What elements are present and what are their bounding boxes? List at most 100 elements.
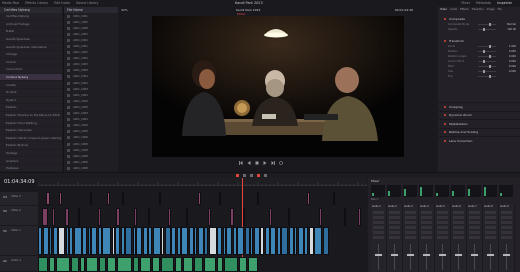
inspector-collapsed-section[interactable]: Retime And Scaling	[438, 127, 520, 137]
channel-control-button[interactable]	[421, 236, 432, 239]
video2-clip[interactable]	[52, 208, 55, 226]
video1-clip[interactable]	[58, 227, 65, 255]
channel-control-button[interactable]	[421, 211, 432, 214]
param-slider[interactable]	[478, 65, 496, 68]
play-icon[interactable]	[263, 161, 267, 165]
channel-control-button[interactable]	[373, 236, 384, 239]
channel-control-button[interactable]	[501, 236, 512, 239]
video1-clip[interactable]	[52, 227, 58, 255]
fader-knob[interactable]	[455, 254, 462, 256]
video3-clip[interactable]	[90, 192, 92, 205]
video2-clip[interactable]	[78, 208, 80, 226]
video1-clip[interactable]	[91, 227, 97, 255]
param-slider[interactable]	[478, 50, 496, 53]
channel-control-button[interactable]	[485, 216, 496, 219]
channel-control-button[interactable]	[485, 211, 496, 214]
video1-clip[interactable]	[217, 227, 222, 255]
channel-control-button[interactable]	[421, 231, 432, 234]
channel-control-button[interactable]	[389, 211, 400, 214]
video1-clip[interactable]	[73, 227, 82, 255]
channel-control-button[interactable]	[485, 236, 496, 239]
stop-icon[interactable]	[255, 161, 259, 165]
channel-control-button[interactable]	[501, 226, 512, 229]
inspector-tab-file[interactable]: File	[498, 8, 502, 11]
video1-clip[interactable]	[97, 227, 102, 255]
channel-control-button[interactable]	[453, 226, 464, 229]
channel-control-button[interactable]	[437, 226, 448, 229]
bin-item[interactable]: Dylan's	[0, 97, 62, 105]
fader-knob[interactable]	[391, 254, 398, 256]
video2-clip[interactable]	[288, 208, 290, 226]
channel-control-button[interactable]	[405, 226, 416, 229]
inspector-collapsed-section[interactable]: Cropping	[438, 102, 520, 111]
channel-control-button[interactable]	[373, 231, 384, 234]
bin-item[interactable]: Certifies Nyberg	[0, 13, 62, 21]
channel-fader[interactable]	[474, 244, 475, 270]
video1-clip[interactable]	[270, 227, 276, 255]
channel-control-button[interactable]	[405, 231, 416, 234]
inspector-collapsed-section[interactable]: Dynamic Zoom	[438, 110, 520, 120]
fader-knob[interactable]	[503, 254, 510, 256]
param-value[interactable]: Normal	[500, 23, 516, 26]
video1-clip[interactable]	[125, 227, 132, 255]
channel-control-button[interactable]	[389, 216, 400, 219]
param-value[interactable]: 0.000	[500, 55, 516, 58]
video1-clip[interactable]	[148, 227, 152, 255]
audio1-clip[interactable]	[56, 257, 70, 272]
channel-control-button[interactable]	[453, 231, 464, 234]
video1-clip[interactable]	[276, 227, 281, 255]
video1-clip[interactable]	[115, 227, 120, 255]
video2-clip[interactable]	[98, 208, 101, 226]
channel-fader[interactable]	[426, 244, 427, 270]
channel-control-button[interactable]	[421, 226, 432, 229]
snapping-icon[interactable]	[257, 174, 260, 177]
param-value[interactable]: 1.000	[500, 45, 516, 48]
inspector-tab-image[interactable]: Image	[487, 8, 495, 11]
video1-clip[interactable]	[204, 227, 208, 255]
channel-fader[interactable]	[410, 244, 411, 270]
channel-control-button[interactable]	[405, 211, 416, 214]
video1-clip[interactable]	[237, 227, 244, 255]
video1-clip[interactable]	[42, 227, 49, 255]
skip-forward-icon[interactable]	[271, 161, 275, 165]
tab-inspector[interactable]: Inspector	[497, 1, 512, 5]
audio1-clip[interactable]	[80, 257, 85, 272]
tab-effects-library[interactable]: Effects Library	[25, 1, 48, 5]
slider-knob[interactable]	[483, 60, 486, 63]
video2-clip[interactable]	[134, 208, 137, 226]
audio1-clip[interactable]	[38, 257, 48, 272]
channel-fader[interactable]	[458, 244, 459, 270]
channel-control-button[interactable]	[453, 216, 464, 219]
audio1-clip[interactable]	[86, 257, 98, 272]
video1-clip[interactable]	[142, 227, 148, 255]
channel-control-button[interactable]	[373, 211, 384, 214]
video2-clip[interactable]	[42, 208, 48, 226]
channel-control-button[interactable]	[501, 211, 512, 214]
channel-control-button[interactable]	[437, 221, 448, 224]
video1-clip[interactable]	[188, 227, 194, 255]
fader-knob[interactable]	[375, 254, 382, 256]
inspector-tab-effects[interactable]: Effects	[460, 8, 469, 11]
video3-clip[interactable]	[107, 192, 110, 205]
bin-item[interactable]: Epstein Timeline to the Mar-A-Lit 2016	[0, 112, 62, 120]
enable-dot-icon[interactable]	[444, 39, 446, 42]
enable-dot-icon[interactable]	[444, 131, 446, 134]
video2-clip[interactable]	[230, 208, 234, 226]
channel-control-button[interactable]	[501, 221, 512, 224]
slider-knob[interactable]	[483, 50, 486, 53]
video1-clip[interactable]	[181, 227, 188, 255]
tab-metadata[interactable]: Metadata	[476, 1, 491, 5]
channel-control-button[interactable]	[469, 216, 480, 219]
channel-control-button[interactable]	[437, 216, 448, 219]
tab-edit-index[interactable]: Edit Index	[54, 1, 70, 5]
enable-dot-icon[interactable]	[444, 139, 446, 142]
channel-control-button[interactable]	[405, 216, 416, 219]
channel-control-button[interactable]	[453, 211, 464, 214]
video1-clip[interactable]	[171, 227, 176, 255]
audio1-clip[interactable]	[224, 257, 238, 272]
audio1-clip[interactable]	[204, 257, 216, 272]
param-value[interactable]: 100.00	[500, 28, 516, 31]
link-icon[interactable]	[264, 174, 267, 177]
bin-item[interactable]: Epstein interviews	[0, 127, 62, 135]
video1-clip[interactable]	[297, 227, 304, 255]
